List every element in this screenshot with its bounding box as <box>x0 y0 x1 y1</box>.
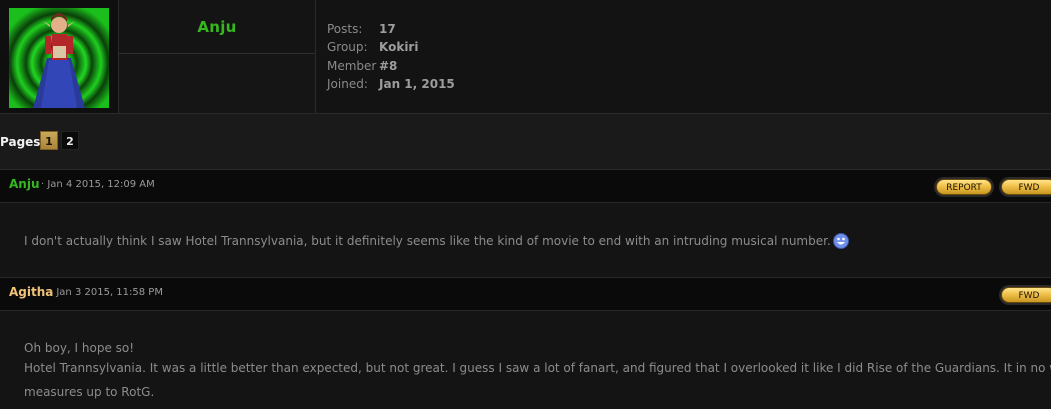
post-text-line: I don't actually think I saw Hotel Trann… <box>24 230 849 252</box>
post-text-line: Oh boy, I hope so! <box>24 341 135 355</box>
forward-button[interactable]: FWD <box>1001 287 1051 303</box>
stat-label: Joined: <box>327 77 368 91</box>
stat-label: Group: <box>327 40 368 54</box>
stat-group: Group: Kokiri <box>327 39 418 55</box>
stat-posts: Posts: 17 <box>327 21 396 37</box>
page-1-button[interactable]: 1 <box>40 131 58 150</box>
post-date: · Jan 4 2015, 12:09 AM <box>41 179 155 190</box>
stat-joined: Joined: Jan 1, 2015 <box>327 76 455 92</box>
stat-value: #8 <box>379 59 398 73</box>
post-text-line: Hotel Trannsylvania. It was a little bet… <box>24 361 1051 375</box>
post-text: I don't actually think I saw Hotel Trann… <box>24 234 831 248</box>
smiley-icon <box>832 233 849 249</box>
post-text-line: measures up to RotG. <box>24 385 155 399</box>
profile-username[interactable]: Anju <box>119 18 315 36</box>
post-header: Anju · Jan 4 2015, 12:09 AM REPORT FWD <box>0 169 1051 203</box>
stat-value: Jan 1, 2015 <box>379 77 455 91</box>
stat-label: Posts: <box>327 22 363 36</box>
forward-button[interactable]: FWD <box>1001 179 1051 195</box>
report-button[interactable]: REPORT <box>936 179 992 195</box>
page: Anju Posts: 17 Group: Kokiri Member #8 Join… <box>0 0 1051 409</box>
post-author[interactable]: Agitha <box>9 285 53 299</box>
pages-label: Pages: <box>0 135 46 149</box>
post-author[interactable]: Anju <box>9 177 40 191</box>
stat-member: Member #8 <box>327 58 397 74</box>
post-date: · Jan 3 2015, 11:58 PM <box>50 287 163 298</box>
pagination: Pages: 1 2 <box>0 114 1051 170</box>
page-2-button[interactable]: 2 <box>61 131 79 150</box>
stat-value: 17 <box>379 22 396 36</box>
name-header: Anju <box>119 0 315 54</box>
profile-stats: Posts: 17 Group: Kokiri Member #8 Joined: Ja… <box>316 0 1051 113</box>
profile-card: Anju Posts: 17 Group: Kokiri Member #8 Join… <box>0 0 1051 114</box>
post-body: I don't actually think I saw Hotel Trann… <box>0 203 1051 277</box>
name-cell: Anju <box>119 0 316 113</box>
post-header: Agitha · Jan 3 2015, 11:58 PM FWD <box>0 277 1051 311</box>
avatar-cell <box>0 0 119 113</box>
avatar[interactable] <box>9 8 109 108</box>
post-body: Oh boy, I hope so! Hotel Trannsylvania. … <box>0 311 1051 409</box>
stat-label: Member <box>327 59 377 73</box>
stat-value: Kokiri <box>379 40 419 54</box>
